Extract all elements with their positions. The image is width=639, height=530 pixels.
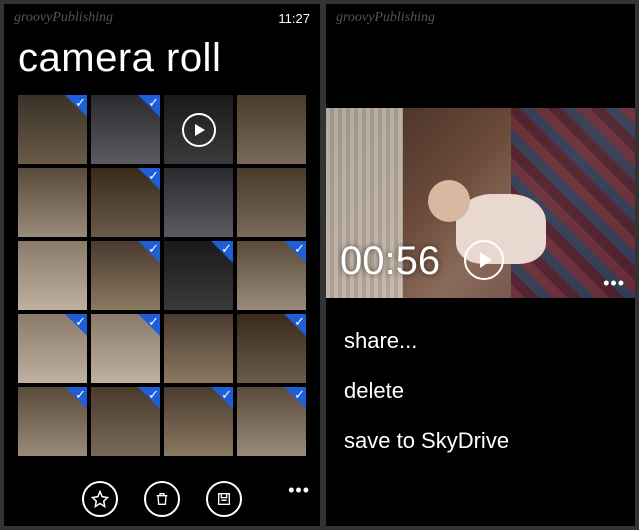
thumb-image [164,168,233,237]
phone-camera-roll: groovyPublishing 11:27 camera roll ✓✓✓✓✓… [4,4,320,526]
trash-icon [154,491,170,507]
video-duration: 00:56 [340,239,440,284]
menu-item-save-skydrive[interactable]: save to SkyDrive [344,428,617,454]
photo-thumb[interactable]: ✓ [91,387,160,456]
save-icon [216,491,232,507]
photo-thumb[interactable] [164,168,233,237]
photo-thumb[interactable] [237,168,306,237]
save-button[interactable] [206,481,242,517]
thumb-image [18,241,87,310]
thumb-image [237,168,306,237]
thumb-image [164,314,233,383]
phone-video-detail: groovyPublishing 00:56 ••• share... dele… [326,4,635,526]
clock: 11:27 [278,11,310,26]
play-icon [182,113,216,147]
watermark-left: groovyPublishing [14,10,113,26]
thumb-image [18,168,87,237]
photo-thumb[interactable] [237,95,306,164]
thumb-image [237,95,306,164]
photo-thumb[interactable]: ✓ [237,314,306,383]
photo-thumb[interactable] [164,314,233,383]
play-button[interactable] [464,240,504,280]
photo-thumb[interactable]: ✓ [18,314,87,383]
context-menu: share... delete save to SkyDrive [326,298,635,454]
photo-grid: ✓✓✓✓✓✓✓✓✓✓✓✓✓ [4,95,320,456]
photo-thumb[interactable]: ✓ [91,241,160,310]
photo-thumb[interactable]: ✓ [91,168,160,237]
photo-thumb[interactable]: ✓ [18,387,87,456]
video-preview[interactable]: 00:56 ••• [326,108,635,298]
photo-thumb[interactable]: ✓ [237,241,306,310]
photo-thumb[interactable] [164,95,233,164]
app-bar: ••• [4,472,320,526]
more-button[interactable]: ••• [288,480,310,501]
photo-thumb[interactable]: ✓ [91,95,160,164]
watermark-right: groovyPublishing [336,10,435,26]
favorite-button[interactable] [82,481,118,517]
photo-thumb[interactable]: ✓ [164,387,233,456]
photo-thumb[interactable]: ✓ [164,241,233,310]
menu-item-share[interactable]: share... [344,328,617,354]
delete-button[interactable] [144,481,180,517]
menu-item-delete[interactable]: delete [344,378,617,404]
status-bar-right: groovyPublishing [326,4,635,28]
page-title: camera roll [4,28,320,95]
photo-thumb[interactable]: ✓ [237,387,306,456]
photo-thumb[interactable]: ✓ [91,314,160,383]
status-bar: groovyPublishing 11:27 [4,4,320,28]
photo-thumb[interactable]: ✓ [18,95,87,164]
video-more-button[interactable]: ••• [603,273,625,294]
star-icon [91,490,109,508]
photo-thumb[interactable] [18,168,87,237]
photo-thumb[interactable] [18,241,87,310]
